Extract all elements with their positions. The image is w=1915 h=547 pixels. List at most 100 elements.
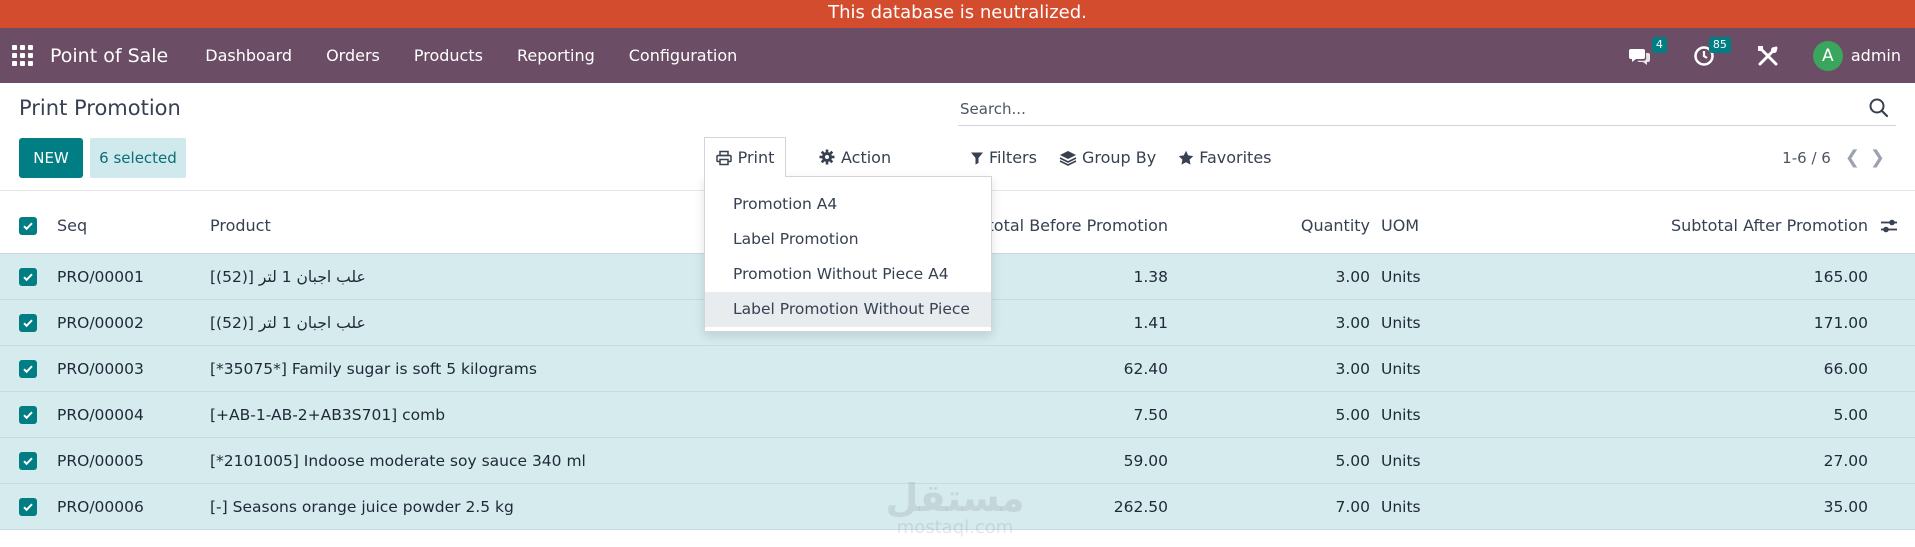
cell-quantity: 5.00 <box>1335 405 1370 424</box>
column-header-quantity[interactable]: Quantity <box>1301 198 1370 253</box>
cell-seq: PRO/00002 <box>57 313 144 332</box>
cell-uom: Units <box>1381 267 1421 286</box>
menu-dashboard[interactable]: Dashboard <box>188 46 309 65</box>
neutralized-banner: This database is neutralized. <box>0 0 1915 28</box>
column-header-seq[interactable]: Seq <box>57 198 87 253</box>
pager-value[interactable]: 1-6 / 6 <box>1782 149 1831 167</box>
optional-columns-toggle[interactable] <box>1880 198 1898 253</box>
search-icon[interactable] <box>1868 97 1890 119</box>
gear-icon <box>819 149 835 165</box>
pager-next-icon[interactable]: ❯ <box>1870 147 1885 168</box>
pager-previous-icon[interactable]: ❮ <box>1845 147 1860 168</box>
row-checkbox[interactable] <box>19 392 37 437</box>
cell-seq: PRO/00006 <box>57 497 144 516</box>
cell-product: [-] Seasons orange juice powder 2.5 kg <box>210 497 514 516</box>
favorites-button[interactable]: Favorites <box>1178 148 1272 167</box>
apps-menu-icon[interactable] <box>12 44 34 67</box>
page-title: Print Promotion <box>19 96 181 120</box>
table-row[interactable]: PRO/00006 [-] Seasons orange juice powde… <box>0 484 1915 530</box>
check-icon <box>19 405 37 424</box>
check-icon <box>19 451 37 470</box>
row-checkbox[interactable] <box>19 254 37 299</box>
cell-product: [+AB-1-AB-2+AB3S701] comb <box>210 405 446 424</box>
check-icon <box>19 267 37 286</box>
table-row[interactable]: PRO/00005 [*2101005] Indoose moderate so… <box>0 438 1915 484</box>
print-button[interactable]: Print <box>704 137 786 177</box>
funnel-icon <box>971 152 983 164</box>
menu-configuration[interactable]: Configuration <box>612 46 755 65</box>
print-label: Print <box>737 148 775 167</box>
menu-reporting[interactable]: Reporting <box>500 46 612 65</box>
menu-item-promotion-without-piece-a4[interactable]: Promotion Without Piece A4 <box>705 257 991 292</box>
activities-count-badge: 85 <box>1708 36 1731 53</box>
favorites-label: Favorites <box>1199 148 1272 167</box>
cell-quantity: 7.00 <box>1335 497 1370 516</box>
cell-uom: Units <box>1381 313 1421 332</box>
menu-item-label-promotion-without-piece[interactable]: Label Promotion Without Piece <box>705 292 991 327</box>
activities-button[interactable]: 85 <box>1691 36 1731 69</box>
user-menu[interactable]: admin <box>1851 46 1901 65</box>
column-header-uom[interactable]: UOM <box>1381 198 1419 253</box>
select-all-checkbox[interactable] <box>19 198 37 253</box>
column-header-product[interactable]: Product <box>210 198 271 253</box>
user-avatar[interactable]: A <box>1812 40 1843 71</box>
cell-subtotal-after: 35.00 <box>1823 497 1868 516</box>
cell-subtotal-after: 27.00 <box>1823 451 1868 470</box>
menu-products[interactable]: Products <box>397 46 500 65</box>
cell-uom: Units <box>1381 359 1421 378</box>
cell-product: [*35075*] Family sugar is soft 5 kilogra… <box>210 359 537 378</box>
cell-seq: PRO/00001 <box>57 267 144 286</box>
check-icon <box>19 216 37 235</box>
row-checkbox[interactable] <box>19 346 37 391</box>
star-icon <box>1179 150 1194 165</box>
cell-product: علب اجبان 1 لتر [(52)] <box>210 313 366 332</box>
cell-subtotal-after: 66.00 <box>1823 359 1868 378</box>
menu-item-label-promotion[interactable]: Label Promotion <box>705 222 991 257</box>
chat-icon <box>1628 48 1650 65</box>
group-by-label: Group By <box>1081 148 1157 167</box>
table-row[interactable]: PRO/00004 [+AB-1-AB-2+AB3S701] comb 7.50… <box>0 392 1915 438</box>
top-navbar: Point of Sale Dashboard Orders Products … <box>0 28 1915 83</box>
print-dropdown-menu: Promotion A4 Label Promotion Promotion W… <box>704 176 992 332</box>
cell-subtotal-before: 62.40 <box>1123 359 1168 378</box>
cell-subtotal-before: 1.41 <box>1133 313 1168 332</box>
cell-uom: Units <box>1381 451 1421 470</box>
table-row[interactable]: PRO/00003 [*35075*] Family sugar is soft… <box>0 346 1915 392</box>
filters-button[interactable]: Filters <box>970 148 1037 167</box>
search-options: Filters Group By Favorites <box>970 148 1272 167</box>
cell-quantity: 3.00 <box>1335 313 1370 332</box>
banner-text: This database is neutralized. <box>828 2 1087 23</box>
layers-icon <box>1059 150 1077 166</box>
tools-icon <box>1757 45 1778 65</box>
filters-label: Filters <box>989 148 1037 167</box>
debug-tools-button[interactable] <box>1755 43 1781 69</box>
avatar-initial: A <box>1822 45 1834 66</box>
cell-seq: PRO/00005 <box>57 451 144 470</box>
row-checkbox[interactable] <box>19 300 37 345</box>
check-icon <box>19 359 37 378</box>
cell-subtotal-after: 171.00 <box>1813 313 1868 332</box>
row-checkbox[interactable] <box>19 438 37 483</box>
sliders-icon <box>1881 219 1897 232</box>
cell-subtotal-after: 5.00 <box>1833 405 1868 424</box>
selected-count-badge[interactable]: 6 selected <box>90 138 186 178</box>
action-button[interactable]: Action <box>819 137 891 177</box>
menu-orders[interactable]: Orders <box>309 46 397 65</box>
cell-quantity: 3.00 <box>1335 267 1370 286</box>
cell-subtotal-before: 262.50 <box>1113 497 1168 516</box>
messages-button[interactable]: 4 <box>1627 36 1667 69</box>
cell-product: [*2101005] Indoose moderate soy sauce 34… <box>210 451 586 470</box>
search-input[interactable] <box>958 99 1838 118</box>
cell-subtotal-before: 1.38 <box>1133 267 1168 286</box>
app-brand[interactable]: Point of Sale <box>50 45 168 67</box>
printer-icon <box>715 150 732 165</box>
group-by-button[interactable]: Group By <box>1059 148 1156 167</box>
messages-count-badge: 4 <box>1651 36 1667 53</box>
pager: 1-6 / 6 ❮ ❯ <box>1782 147 1885 168</box>
row-checkbox[interactable] <box>19 484 37 529</box>
cell-product: علب اجبان 1 لتر [(52)] <box>210 267 366 286</box>
search-bar <box>958 92 1896 126</box>
menu-item-promotion-a4[interactable]: Promotion A4 <box>705 187 991 222</box>
new-button[interactable]: NEW <box>19 138 83 178</box>
column-header-subtotal-after[interactable]: Subtotal After Promotion <box>1671 198 1868 253</box>
